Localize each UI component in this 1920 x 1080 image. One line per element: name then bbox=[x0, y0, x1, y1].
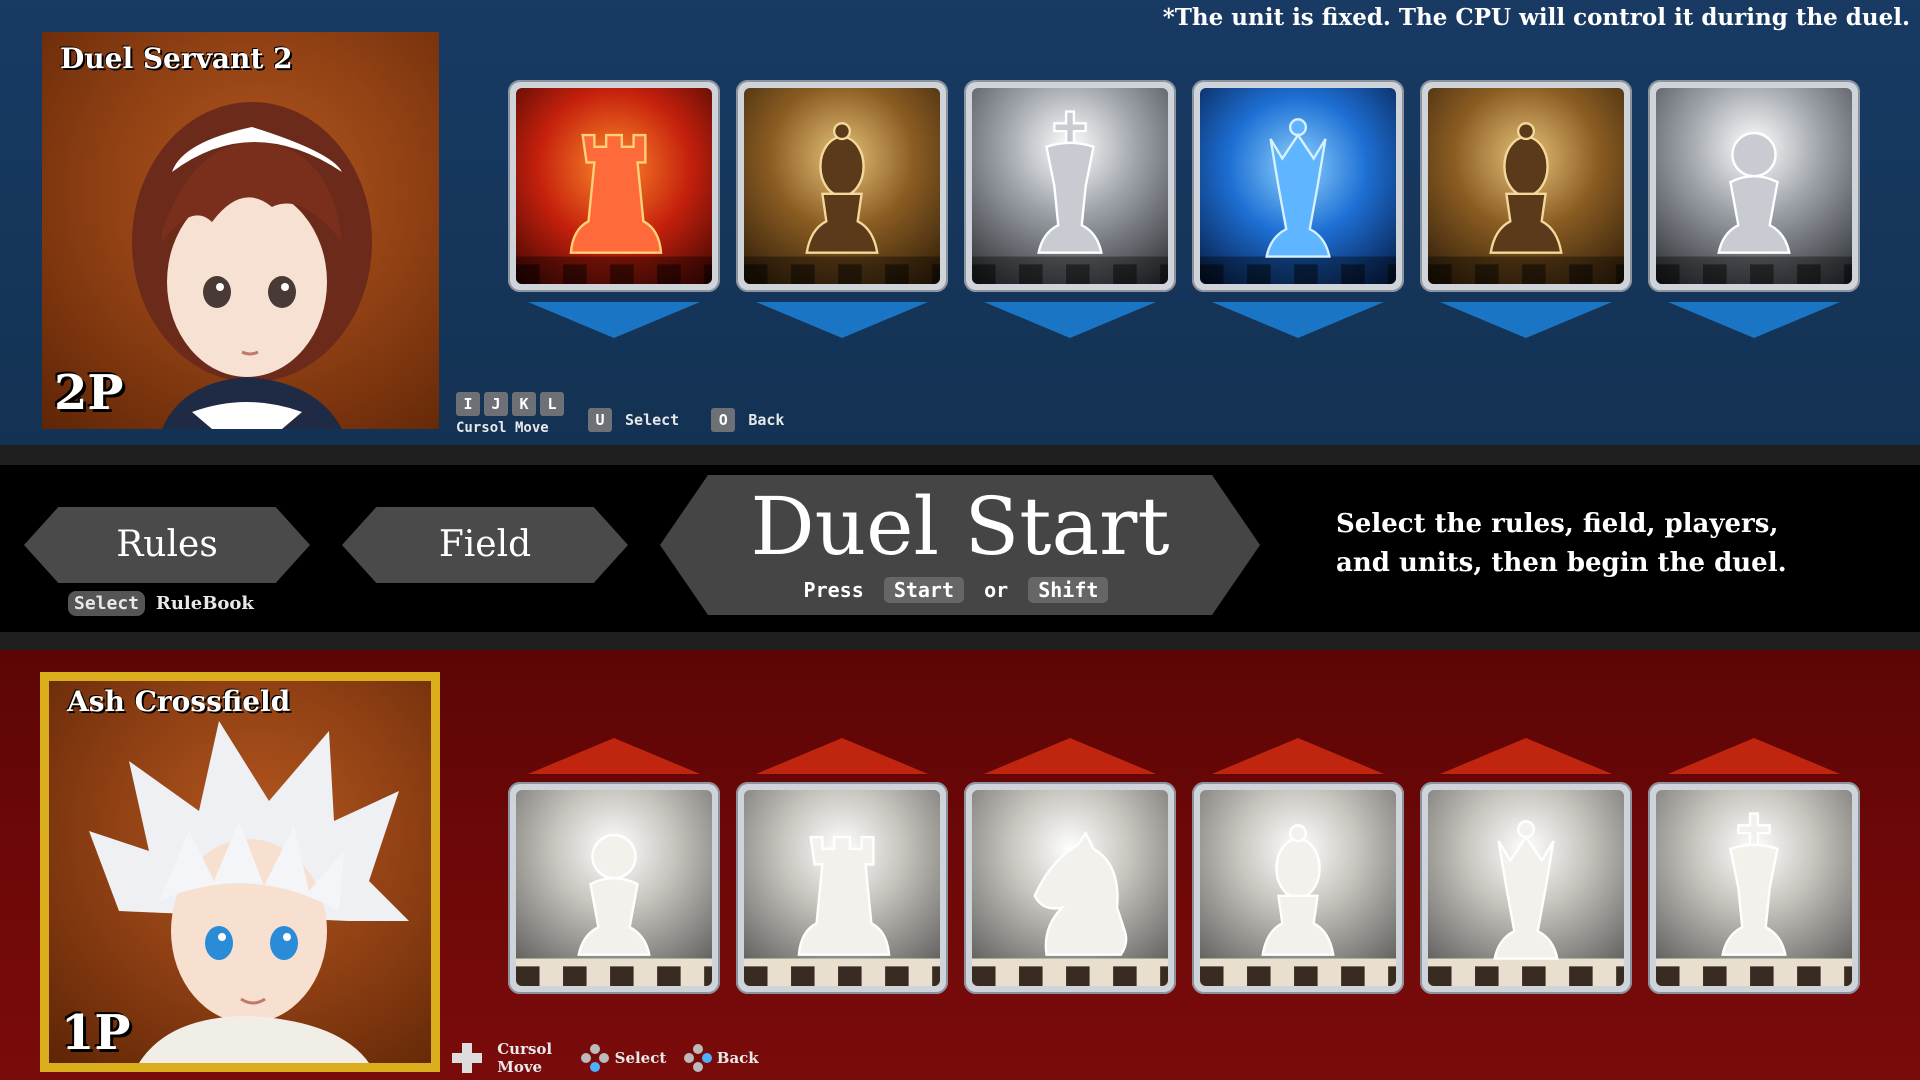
move-keys-hint: IJKL Cursol Move bbox=[456, 392, 568, 436]
start-key-badge: Start bbox=[883, 577, 965, 603]
press-start-hint: Press Start or Shift bbox=[660, 577, 1260, 603]
rook-icon bbox=[516, 133, 712, 284]
bishop-art bbox=[1428, 88, 1624, 284]
duel-start-title: Duel Start bbox=[750, 480, 1170, 573]
field-button[interactable]: Field bbox=[342, 507, 628, 583]
pawn-art bbox=[516, 790, 712, 986]
gamepad-hints: Cursol Move Select Back bbox=[452, 1040, 759, 1076]
cpu-unit-card-bishop[interactable] bbox=[736, 80, 948, 292]
bishop-icon bbox=[1428, 122, 1624, 284]
instruction-line-2: and units, then begin the duel. bbox=[1336, 548, 1787, 578]
instruction-line-1: Select the rules, field, players, bbox=[1336, 509, 1779, 539]
bishop-icon bbox=[1200, 824, 1396, 986]
pawn-art bbox=[1656, 88, 1852, 284]
or-label: or bbox=[984, 578, 1009, 602]
queen-art bbox=[1428, 790, 1624, 986]
up-arrow-icon bbox=[1668, 738, 1840, 774]
rook-art bbox=[744, 790, 940, 986]
player1-name: Ash Crossfield bbox=[67, 685, 291, 718]
select-back-hint: U Select O Back bbox=[588, 408, 784, 432]
select-key-badge: Select bbox=[68, 591, 146, 616]
king-icon bbox=[972, 110, 1168, 284]
player2-name: Duel Servant 2 bbox=[60, 42, 293, 75]
bishop-art bbox=[1200, 790, 1396, 986]
duel-start-button[interactable]: Duel Start Press Start or Shift bbox=[660, 475, 1260, 615]
player-unit-card-rook[interactable] bbox=[736, 782, 948, 994]
duel-setup-bar: Rules Field Select RuleBook Duel Start P… bbox=[0, 445, 1920, 650]
bar-bottom-edge bbox=[0, 632, 1920, 650]
cpu-unit-card-queen[interactable] bbox=[1192, 80, 1404, 292]
key-o: O bbox=[711, 408, 736, 432]
instruction-text: Select the rules, field, players, and un… bbox=[1336, 505, 1856, 583]
knight-icon bbox=[972, 830, 1168, 986]
shift-key-badge: Shift bbox=[1028, 577, 1109, 603]
player-unit-card-knight[interactable] bbox=[964, 782, 1176, 994]
up-arrow-icon bbox=[528, 738, 700, 774]
up-arrow-icon bbox=[984, 738, 1156, 774]
key-j: J bbox=[484, 392, 508, 416]
player2-tag: 2P bbox=[54, 365, 124, 421]
pawn-icon bbox=[1656, 131, 1852, 284]
player1-portrait[interactable]: Ash Crossfield 1P bbox=[40, 672, 440, 1072]
king-icon bbox=[1656, 812, 1852, 986]
rulebook-label: RuleBook bbox=[155, 593, 254, 614]
key-u: U bbox=[588, 408, 612, 432]
player-unit-card-king[interactable] bbox=[1648, 782, 1860, 994]
move-word: Move bbox=[497, 1058, 543, 1076]
bishop-art bbox=[744, 88, 940, 284]
fixed-unit-note: *The unit is fixed. The CPU will control… bbox=[1162, 4, 1910, 31]
player2-portrait[interactable]: Duel Servant 2 2P bbox=[42, 32, 439, 429]
rook-art bbox=[516, 88, 712, 284]
bishop-icon bbox=[744, 122, 940, 284]
cursor-move-label-1p: Cursol Move bbox=[497, 1040, 552, 1076]
player1-tag: 1P bbox=[61, 1005, 131, 1061]
back-label-1p: Back bbox=[716, 1049, 759, 1067]
select-label: Select bbox=[625, 411, 680, 429]
up-arrow-icon bbox=[1212, 738, 1384, 774]
cpu-unit-card-rook[interactable] bbox=[508, 80, 720, 292]
player-unit-card-bishop[interactable] bbox=[1192, 782, 1404, 994]
player2-unit-row bbox=[508, 80, 1860, 292]
press-label: Press bbox=[803, 578, 864, 602]
key-l: L bbox=[540, 392, 564, 416]
face-buttons-icon bbox=[581, 1044, 610, 1072]
cpu-unit-card-pawn[interactable] bbox=[1648, 80, 1860, 292]
rook-icon bbox=[744, 835, 940, 986]
down-arrow-icon bbox=[528, 302, 700, 338]
player-unit-card-queen[interactable] bbox=[1420, 782, 1632, 994]
rulebook-hint: Select RuleBook bbox=[68, 591, 254, 616]
queen-icon bbox=[1428, 820, 1624, 986]
up-arrow-icon bbox=[756, 738, 928, 774]
player1-unit-row bbox=[508, 782, 1860, 994]
cpu-unit-card-king[interactable] bbox=[964, 80, 1176, 292]
cursor-move-label: Cursol Move bbox=[456, 420, 549, 436]
back-label: Back bbox=[748, 411, 785, 429]
down-arrow-icon bbox=[1668, 302, 1840, 338]
down-arrow-icon bbox=[756, 302, 928, 338]
dpad-icon bbox=[452, 1043, 482, 1073]
knight-art bbox=[972, 790, 1168, 986]
up-arrow-icon bbox=[1440, 738, 1612, 774]
bar-top-edge bbox=[0, 445, 1920, 465]
queen-art bbox=[1200, 88, 1396, 284]
player2-panel: *The unit is fixed. The CPU will control… bbox=[0, 0, 1920, 445]
cursor-word: Cursol bbox=[497, 1040, 553, 1058]
player-unit-card-pawn[interactable] bbox=[508, 782, 720, 994]
king-art bbox=[972, 88, 1168, 284]
queen-icon bbox=[1200, 118, 1396, 284]
down-arrow-icon bbox=[984, 302, 1156, 338]
key-i: I bbox=[456, 392, 480, 416]
key-k: K bbox=[512, 392, 536, 416]
king-art bbox=[1656, 790, 1852, 986]
face-buttons-back-icon bbox=[683, 1044, 712, 1072]
pawn-icon bbox=[516, 833, 712, 986]
rules-button[interactable]: Rules bbox=[24, 507, 310, 583]
cpu-unit-card-bishop[interactable] bbox=[1420, 80, 1632, 292]
down-arrow-icon bbox=[1212, 302, 1384, 338]
select-label-1p: Select bbox=[614, 1049, 667, 1067]
down-arrow-icon bbox=[1440, 302, 1612, 338]
